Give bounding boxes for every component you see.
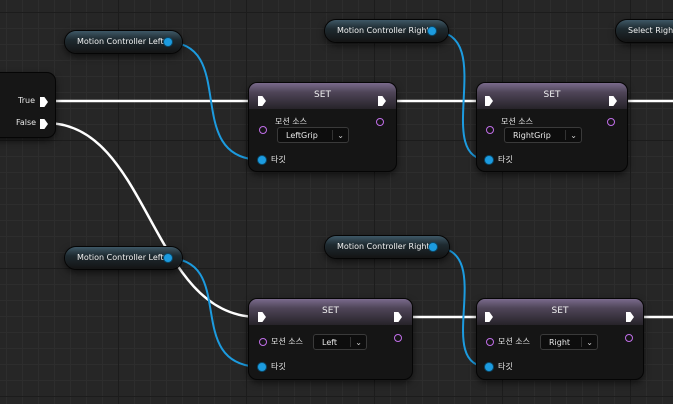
motion-source-output-pin[interactable]	[625, 334, 633, 342]
motion-source-dropdown[interactable]: RightGrip ⌄	[504, 127, 582, 143]
dropdown-value: Right	[549, 338, 571, 347]
branch-false-exec-pin[interactable]	[40, 119, 48, 129]
set-node-right[interactable]: SET 모션 소스 Right ⌄ 타깃	[477, 299, 643, 379]
motion-source-label: 모션 소스	[271, 337, 303, 346]
chevron-down-icon: ⌄	[355, 338, 362, 347]
getter-label: Motion Controller Right	[337, 242, 430, 251]
dropdown-divider	[350, 337, 351, 347]
dropdown-divider	[332, 130, 333, 140]
target-label: 타깃	[271, 362, 286, 371]
getter-output-pin[interactable]	[164, 254, 172, 262]
motion-source-output-pin[interactable]	[607, 118, 615, 126]
getter-label: Motion Controller Left	[77, 37, 164, 46]
branch-true-exec-pin[interactable]	[40, 97, 48, 107]
getter-label: Motion Controller Left	[77, 253, 164, 262]
branch-false-label: False	[16, 118, 37, 127]
set-node-header: SET	[477, 83, 627, 109]
motion-source-dropdown[interactable]: Right ⌄	[540, 334, 598, 350]
motion-source-dropdown[interactable]: Left ⌄	[313, 334, 367, 350]
getter-output-pin[interactable]	[429, 243, 437, 251]
target-label: 타깃	[498, 362, 513, 371]
getter-label: Select Righ	[628, 26, 673, 35]
motion-source-output-pin[interactable]	[376, 118, 384, 126]
exec-wire-false	[45, 121, 259, 319]
dropdown-value: LeftGrip	[286, 131, 318, 140]
set-node-left[interactable]: SET 모션 소스 Left ⌄ 타깃	[249, 299, 412, 379]
branch-true-label: True	[18, 96, 35, 105]
getter-motion-controller-right-2[interactable]: Motion Controller Right	[325, 236, 449, 258]
motion-source-input-pin[interactable]	[259, 338, 267, 346]
getter-output-pin[interactable]	[164, 38, 172, 46]
getter-motion-controller-right-1[interactable]: Motion Controller Right	[325, 20, 448, 42]
chevron-down-icon: ⌄	[337, 131, 344, 140]
object-wire-left-2	[165, 257, 263, 368]
branch-node[interactable]: True False	[0, 73, 55, 137]
motion-source-label: 모션 소스	[501, 117, 533, 126]
motion-source-input-pin[interactable]	[486, 338, 494, 346]
target-input-pin[interactable]	[258, 156, 266, 164]
set-node-title: SET	[551, 306, 569, 316]
target-input-pin[interactable]	[258, 363, 266, 371]
set-node-header: SET	[249, 299, 412, 325]
motion-source-label: 모션 소스	[275, 117, 307, 126]
set-node-header: SET	[477, 299, 643, 325]
getter-select-right[interactable]: Select Righ	[616, 20, 673, 42]
motion-source-input-pin[interactable]	[259, 126, 267, 134]
set-node-title: SET	[314, 90, 331, 100]
dropdown-divider	[581, 337, 582, 347]
dropdown-value: Left	[322, 338, 338, 347]
target-label: 타깃	[271, 155, 286, 164]
set-node-title: SET	[322, 306, 339, 316]
target-input-pin[interactable]	[485, 156, 493, 164]
target-label: 타깃	[498, 155, 513, 164]
set-node-leftgrip[interactable]: SET 모션 소스 LeftGrip ⌄ 타깃	[249, 83, 396, 171]
dropdown-value: RightGrip	[513, 131, 551, 140]
getter-motion-controller-left-2[interactable]: Motion Controller Left	[65, 247, 182, 269]
getter-output-pin[interactable]	[428, 27, 436, 35]
getter-label: Motion Controller Right	[337, 26, 430, 35]
dropdown-divider	[565, 130, 566, 140]
target-input-pin[interactable]	[485, 363, 493, 371]
chevron-down-icon: ⌄	[586, 338, 593, 347]
chevron-down-icon: ⌄	[570, 131, 577, 140]
motion-source-input-pin[interactable]	[486, 126, 494, 134]
set-node-header: SET	[249, 83, 396, 109]
motion-source-output-pin[interactable]	[394, 334, 402, 342]
motion-source-dropdown[interactable]: LeftGrip ⌄	[277, 127, 349, 143]
motion-source-label: 모션 소스	[498, 337, 530, 346]
set-node-title: SET	[543, 90, 561, 100]
set-node-rightgrip[interactable]: SET 모션 소스 RightGrip ⌄ 타깃	[477, 83, 627, 171]
getter-motion-controller-left-1[interactable]: Motion Controller Left	[65, 31, 182, 53]
